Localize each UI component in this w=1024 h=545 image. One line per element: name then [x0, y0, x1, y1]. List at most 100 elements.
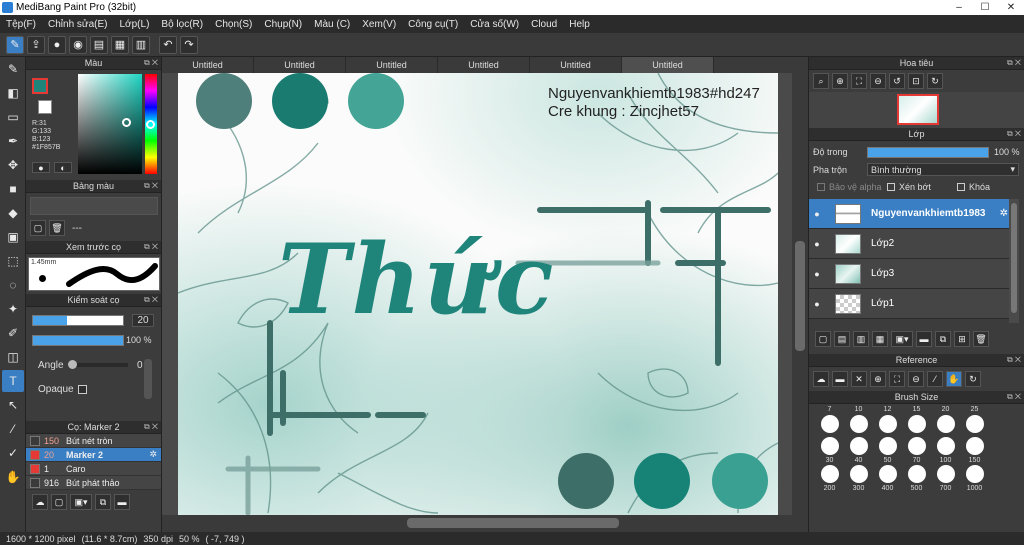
merge-layer-icon[interactable]: ⊞	[954, 331, 970, 347]
brush-size-preset[interactable]: 150	[960, 435, 989, 464]
brush-size-preset[interactable]: 40	[844, 435, 873, 464]
color-mode-b-icon[interactable]: ◐	[54, 162, 72, 173]
brush-size-preset[interactable]: 20	[931, 406, 960, 435]
blend-mode-select[interactable]: Bình thường ▾	[867, 163, 1019, 176]
opaque-checkbox[interactable]	[78, 385, 87, 394]
foreground-color-swatch[interactable]	[32, 78, 48, 94]
eyedropper-tool-icon[interactable]: ⁄	[2, 418, 24, 440]
reset-icon[interactable]: ⊡	[908, 73, 924, 89]
pen-tool-icon[interactable]: ✒	[2, 130, 24, 152]
eye-icon[interactable]: ●	[809, 239, 825, 249]
new-palette-icon[interactable]: ▢	[30, 220, 46, 236]
menu-help[interactable]: Help	[563, 19, 596, 30]
menu-layer[interactable]: Lớp(L)	[114, 19, 156, 30]
gear-icon[interactable]: ✲	[1000, 208, 1008, 219]
magic-wand-tool-icon[interactable]: ✦	[2, 298, 24, 320]
delete-layer-icon[interactable]: 🗑	[973, 331, 989, 347]
layer-item[interactable]: ● Lớp2	[809, 229, 1010, 259]
layout-icon[interactable]: ▥	[132, 35, 150, 54]
vertical-scroll-thumb[interactable]	[795, 241, 805, 351]
brush-size-preset[interactable]: 1000	[960, 464, 989, 492]
new-halftone-layer-icon[interactable]: ▦	[872, 331, 888, 347]
gradient-tool-icon[interactable]: ▣	[2, 226, 24, 248]
menu-window[interactable]: Cửa số(W)	[464, 19, 525, 30]
color-mode-a-icon[interactable]: ●	[32, 162, 50, 173]
gear-icon[interactable]: ✲	[149, 449, 157, 460]
close-button[interactable]: ✕	[998, 0, 1024, 15]
undo-icon[interactable]: ↶	[159, 35, 177, 54]
new-layer-icon[interactable]: ▢	[815, 331, 831, 347]
brush-size-preset[interactable]: 50	[873, 435, 902, 464]
menu-color[interactable]: Màu (C)	[308, 19, 356, 30]
panel-popout-icon[interactable]: ⧉ ✕	[144, 295, 158, 305]
rectangle-tool-icon[interactable]: ▭	[2, 106, 24, 128]
brush-list-item[interactable]: 20 Marker 2 ✲	[26, 448, 161, 462]
document-tab[interactable]: Untitled	[530, 57, 622, 73]
eye-icon[interactable]: ●	[809, 269, 825, 279]
protect-alpha-checkbox[interactable]	[817, 183, 825, 191]
brush-size-slider[interactable]	[32, 315, 124, 326]
zoom-out-icon[interactable]: ⊖	[870, 73, 886, 89]
select-pen-tool-icon[interactable]: ✐	[2, 322, 24, 344]
layer-item[interactable]: ● Lớp1	[809, 289, 1010, 319]
brush-size-preset[interactable]: 12	[873, 406, 902, 435]
layer-item[interactable]: ● Nguyenvankhiemtb1983 ✲	[809, 199, 1010, 229]
menu-view[interactable]: Xem(V)	[356, 19, 402, 30]
close-reference-icon[interactable]: ✕	[851, 371, 867, 387]
panel-popout-icon[interactable]: ⧉ ✕	[144, 242, 158, 252]
panel-popout-icon[interactable]: ⧉ ✕	[144, 422, 158, 432]
brush-size-preset[interactable]: 10	[844, 406, 873, 435]
brush-size-preset[interactable]: 70	[902, 435, 931, 464]
dropper-tool-icon[interactable]: ✓	[2, 442, 24, 464]
brush-size-preset[interactable]: 100	[931, 435, 960, 464]
vertical-scrollbar[interactable]	[792, 73, 808, 532]
drawing-canvas[interactable]: Nguyenvankhiemtb1983#hd247 Cre khung : Z…	[178, 73, 778, 515]
horizontal-scroll-thumb[interactable]	[407, 518, 619, 528]
layer-scrollbar[interactable]	[1009, 199, 1019, 323]
menu-select[interactable]: Chọn(S)	[209, 19, 258, 30]
new-1bit-layer-icon[interactable]: ▥	[853, 331, 869, 347]
brush-list-item[interactable]: 150 Bút nét tròn	[26, 434, 161, 448]
panel-popout-icon[interactable]: ⧉ ✕	[144, 58, 158, 68]
rotate-right-icon[interactable]: ↻	[927, 73, 943, 89]
text-tool-icon[interactable]: T	[2, 370, 24, 392]
brush-size-preset[interactable]: 400	[873, 464, 902, 492]
lock-checkbox[interactable]	[957, 183, 965, 191]
layer-menu-icon[interactable]: ▣▾	[891, 331, 913, 347]
eyedropper-icon[interactable]: ⁄	[927, 371, 943, 387]
panel-popout-icon[interactable]: ⧉ ✕	[1007, 129, 1021, 139]
select-rect-tool-icon[interactable]: ⬚	[2, 250, 24, 272]
menu-tools[interactable]: Công cụ(T)	[402, 19, 464, 30]
brush-opacity-slider[interactable]	[32, 335, 124, 346]
hand-tool-icon[interactable]: ✋	[2, 466, 24, 488]
fit-icon[interactable]: ⛶	[851, 73, 867, 89]
eye-icon[interactable]: ●	[809, 299, 825, 309]
menu-filter[interactable]: Bộ lọc(R)	[155, 19, 209, 30]
folder-icon[interactable]: ▬	[114, 494, 130, 510]
zoom-in-icon[interactable]: ⊕	[870, 371, 886, 387]
panel-popout-icon[interactable]: ⧉ ✕	[1007, 355, 1021, 365]
document-tab[interactable]: Untitled	[254, 57, 346, 73]
cloud-brush-icon[interactable]: ☁	[32, 494, 48, 510]
brush-size-preset[interactable]: 25	[960, 406, 989, 435]
layer-opacity-slider[interactable]	[867, 147, 989, 158]
horizontal-scrollbar[interactable]	[162, 515, 792, 532]
panel-popout-icon[interactable]: ⧉ ✕	[1007, 392, 1021, 402]
new-8bit-layer-icon[interactable]: ▤	[834, 331, 850, 347]
grid-page-icon[interactable]: ▦	[111, 35, 129, 54]
operation-tool-icon[interactable]: ↖	[2, 394, 24, 416]
brush-control-scrollbar[interactable]	[144, 359, 152, 399]
brush-list-item[interactable]: 916 Bút phát thảo	[26, 476, 161, 490]
brush-size-preset[interactable]: 30	[815, 435, 844, 464]
maximize-button[interactable]: ☐	[972, 0, 998, 15]
menu-snap[interactable]: Chụp(N)	[258, 19, 308, 30]
rotate-icon[interactable]: ↻	[965, 371, 981, 387]
minimize-button[interactable]: –	[946, 0, 972, 15]
select-eraser-tool-icon[interactable]: ◫	[2, 346, 24, 368]
brush-menu-icon[interactable]: ▣▾	[70, 494, 92, 510]
hand-icon[interactable]: ✋	[946, 371, 962, 387]
brush-size-preset[interactable]: 500	[902, 464, 931, 492]
eye-icon[interactable]: ●	[809, 209, 825, 219]
brush-mode-icon[interactable]: ✎	[6, 35, 24, 54]
saturation-value-picker[interactable]	[78, 74, 142, 174]
